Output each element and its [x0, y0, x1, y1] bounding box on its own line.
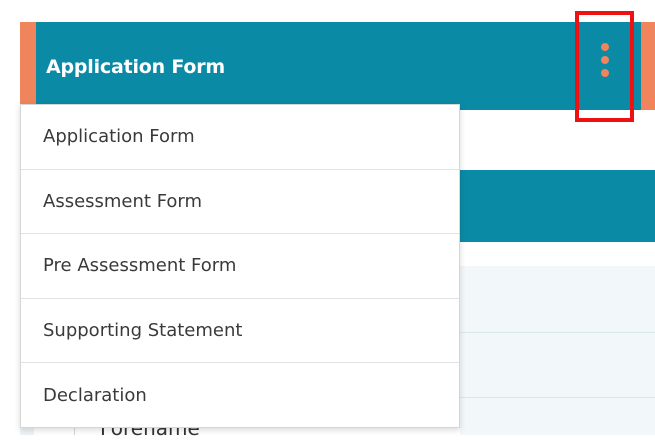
form-header-bar: Application Form [20, 22, 655, 110]
header-accent-right [641, 22, 655, 110]
form-selector-dropdown: Application Form Assessment Form Pre Ass… [20, 104, 460, 428]
form-panel-background [460, 266, 655, 435]
kebab-menu-button[interactable] [575, 11, 634, 122]
menu-item-application-form[interactable]: Application Form [21, 105, 459, 170]
menu-item-pre-assessment-form[interactable]: Pre Assessment Form [21, 234, 459, 299]
kebab-menu-icon [600, 42, 609, 77]
header-accent-left [20, 22, 36, 110]
menu-item-assessment-form[interactable]: Assessment Form [21, 170, 459, 235]
section-header-background [460, 170, 655, 242]
menu-item-supporting-statement[interactable]: Supporting Statement [21, 299, 459, 364]
form-title: Application Form [46, 56, 226, 78]
menu-item-declaration[interactable]: Declaration [21, 363, 459, 428]
